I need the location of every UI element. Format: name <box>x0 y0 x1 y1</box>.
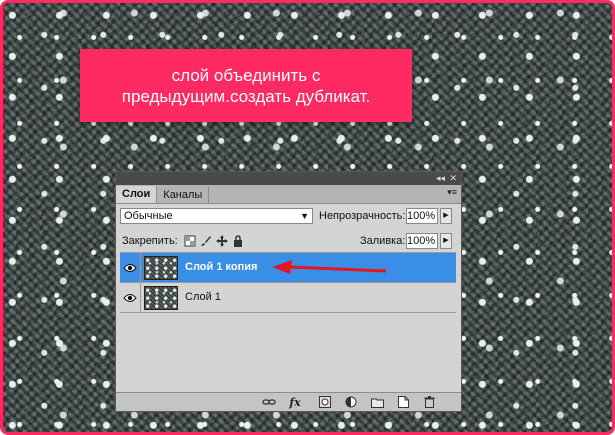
layer-thumbnail[interactable] <box>144 256 178 280</box>
chevron-down-icon: ▼ <box>300 211 309 221</box>
trash-icon[interactable] <box>422 395 436 409</box>
annotation-box: слой объединить с предыдущим.создать дуб… <box>80 49 412 122</box>
panel-titlebar[interactable]: ◂◂ ✕ <box>116 172 461 185</box>
lock-transparency-icon[interactable] <box>184 235 196 247</box>
lock-row: Закрепить: Заливка: 100% ▶ <box>116 232 461 252</box>
canvas-background: слой объединить с предыдущим.создать дуб… <box>0 0 615 435</box>
panel-tabs: Слои Каналы ▾≡ <box>116 185 461 204</box>
lock-label: Закрепить: <box>122 235 178 247</box>
panel-menu-icon[interactable]: ▾≡ <box>447 187 457 198</box>
visibility-eye-icon[interactable] <box>120 253 141 282</box>
opacity-input[interactable]: 100% <box>406 208 438 224</box>
blend-row: Обычные ▼ Непрозрачность: 100% ▶ <box>116 205 461 227</box>
close-icon[interactable]: ✕ <box>449 173 457 184</box>
opacity-stepper[interactable]: ▶ <box>440 208 452 224</box>
red-arrow-annotation <box>272 260 387 274</box>
lock-brush-icon[interactable] <box>200 235 212 247</box>
link-icon[interactable] <box>262 395 276 409</box>
layer-name[interactable]: Слой 1 копия <box>185 261 257 273</box>
lock-move-icon[interactable] <box>216 235 228 247</box>
visibility-eye-icon[interactable] <box>120 283 141 312</box>
tab-layers[interactable]: Слои <box>116 186 158 203</box>
adjustment-icon[interactable] <box>344 395 358 409</box>
layers-panel: ◂◂ ✕ Слои Каналы ▾≡ Обычные ▼ Непрозрачн… <box>115 171 462 412</box>
layer-thumbnail[interactable] <box>144 286 178 310</box>
lock-icons <box>184 235 244 247</box>
new-layer-icon[interactable] <box>396 395 410 409</box>
folder-icon[interactable] <box>370 395 384 409</box>
fx-icon[interactable]: fx <box>288 395 302 409</box>
lock-all-icon[interactable] <box>232 235 244 247</box>
mask-icon[interactable] <box>318 395 332 409</box>
blend-mode-select[interactable]: Обычные ▼ <box>120 208 313 224</box>
panel-bottom-bar: fx <box>116 392 461 411</box>
blend-mode-value: Обычные <box>124 210 173 222</box>
layer-name[interactable]: Слой 1 <box>185 291 221 303</box>
fill-stepper[interactable]: ▶ <box>440 233 452 249</box>
fill-input[interactable]: 100% <box>406 233 438 249</box>
collapse-icon[interactable]: ◂◂ <box>436 173 445 184</box>
fill-label: Заливка: <box>360 235 406 247</box>
layer-row-base[interactable]: Слой 1 <box>120 283 456 313</box>
annotation-line-2: предыдущим.создать дубликат. <box>121 86 371 106</box>
tab-channels[interactable]: Каналы <box>157 187 210 203</box>
opacity-label: Непрозрачность: <box>319 210 406 222</box>
annotation-line-1: слой объединить с <box>171 65 321 85</box>
